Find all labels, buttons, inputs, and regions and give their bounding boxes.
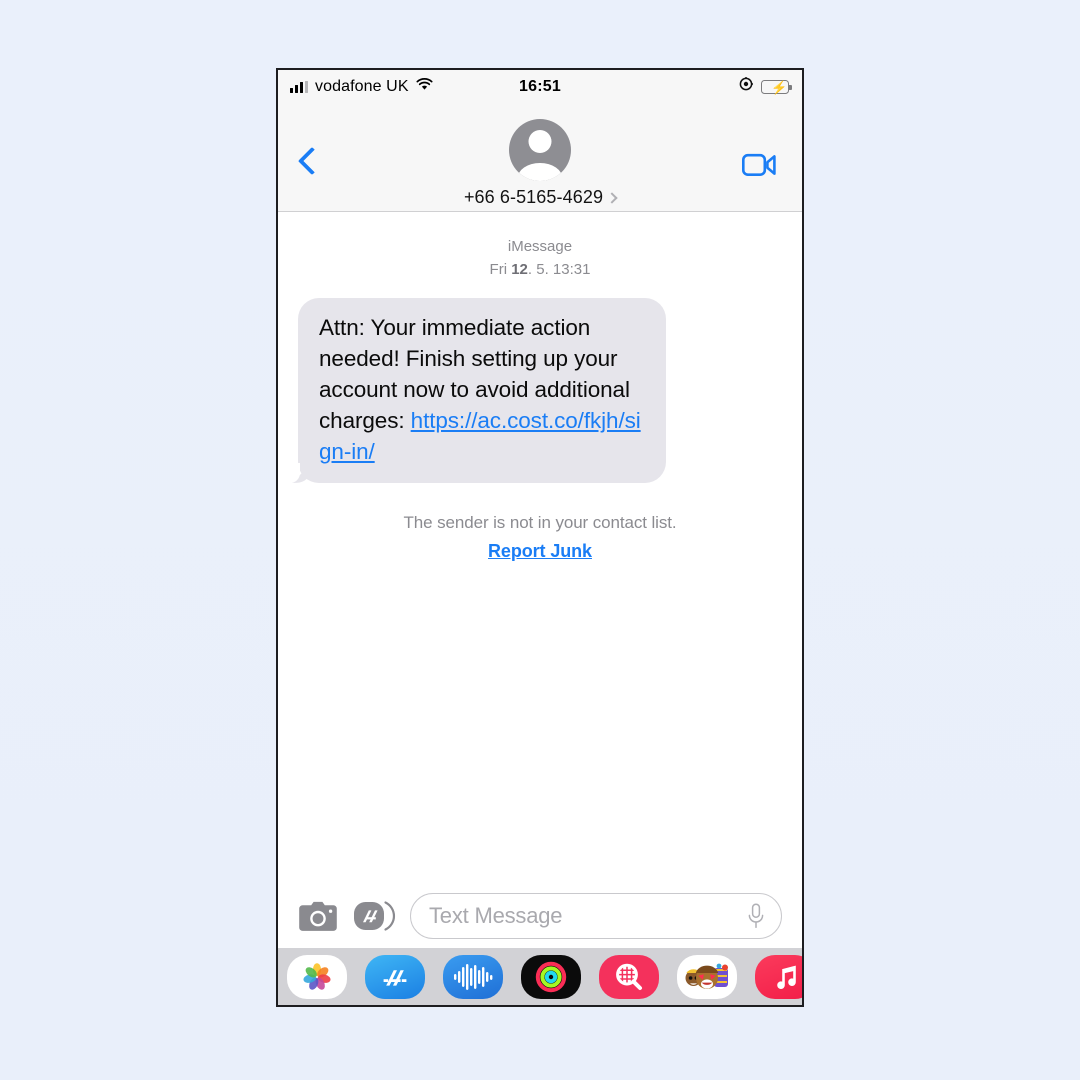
apple-music-app-icon[interactable] (755, 954, 802, 999)
default-contact-avatar-icon[interactable] (509, 119, 571, 181)
status-bar: vodafone UK 16:51 ⚡ (278, 70, 802, 103)
message-bubble[interactable]: Attn: Your immediate action needed! Fini… (290, 297, 666, 483)
imessage-app-drawer[interactable] (278, 948, 802, 1005)
page-background: vodafone UK 16:51 ⚡ +66 6-5165-4629 iMes… (0, 0, 1080, 1080)
chevron-right-icon[interactable] (606, 191, 618, 204)
timestamp-value: Fri 12. 5. 13:31 (298, 260, 782, 280)
audio-messages-app-icon[interactable] (443, 954, 503, 999)
activity-rings-app-icon[interactable] (521, 954, 581, 999)
conversation-header: +66 6-5165-4629 (278, 103, 802, 212)
text-message-placeholder: Text Message (429, 903, 563, 928)
timestamp-prefix: Fri (489, 260, 512, 278)
message-thread: iMessage Fri 12. 5. 13:31 Attn: Your imm… (278, 212, 802, 884)
timestamp-day: 12 (511, 260, 528, 278)
sender-not-in-contacts-note: The sender is not in your contact list. (403, 512, 677, 532)
camera-icon[interactable] (298, 901, 338, 932)
photos-app-icon[interactable] (287, 954, 347, 999)
service-label: iMessage (507, 238, 573, 255)
status-bar-clock: 16:51 (519, 77, 561, 95)
facetime-video-icon[interactable] (741, 152, 776, 178)
timestamp-rest: . 5. 13:31 (527, 260, 591, 278)
memoji-stickers-app-icon[interactable] (677, 954, 737, 999)
location-services-icon (739, 77, 753, 96)
battery-charging-icon: ⚡ (761, 79, 792, 95)
incoming-message-row: Attn: Your immediate action needed! Fini… (290, 297, 782, 483)
microphone-icon[interactable] (747, 903, 765, 929)
contact-block[interactable]: +66 6-5165-4629 (278, 119, 802, 208)
phone-frame: vodafone UK 16:51 ⚡ +66 6-5165-4629 iMes… (276, 68, 804, 1007)
status-bar-right: ⚡ (739, 77, 792, 96)
contact-phone-number: +66 6-5165-4629 (463, 187, 604, 207)
message-composer: Text Message (278, 884, 802, 948)
images-search-app-icon[interactable] (599, 954, 659, 999)
report-junk-block: The sender is not in your contact list. … (298, 513, 782, 562)
app-store-apps-icon[interactable] (352, 898, 396, 934)
app-store-app-icon[interactable] (365, 954, 425, 999)
message-timestamp: iMessage Fri 12. 5. 13:31 (298, 236, 782, 280)
text-message-input[interactable]: Text Message (410, 893, 782, 939)
contact-row[interactable]: +66 6-5165-4629 (463, 187, 618, 208)
report-junk-link[interactable]: Report Junk (488, 541, 592, 562)
